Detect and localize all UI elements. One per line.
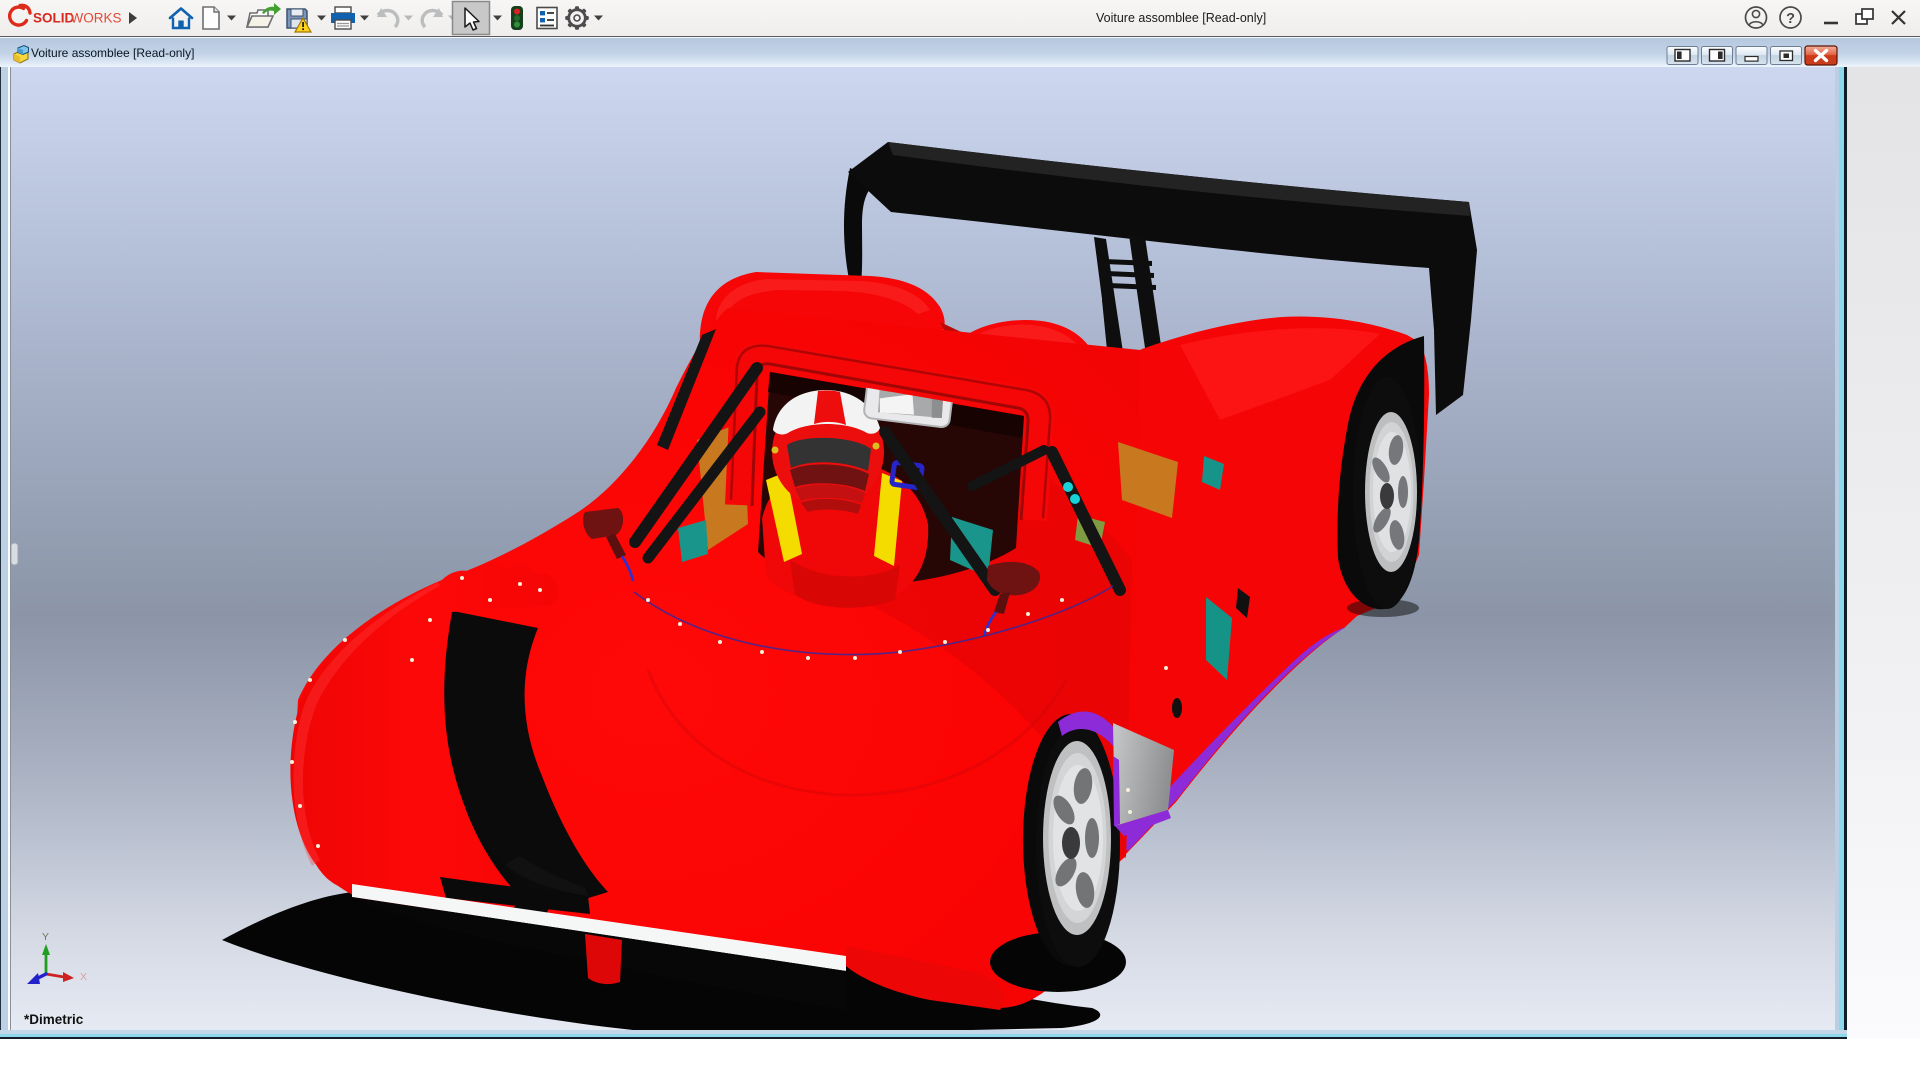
svg-text:WORKS: WORKS [71,11,122,26]
svg-text:X: X [80,971,87,983]
svg-text:?: ? [1786,11,1795,27]
svg-text:SOLID: SOLID [33,11,75,26]
svg-text:Y: Y [42,931,49,943]
